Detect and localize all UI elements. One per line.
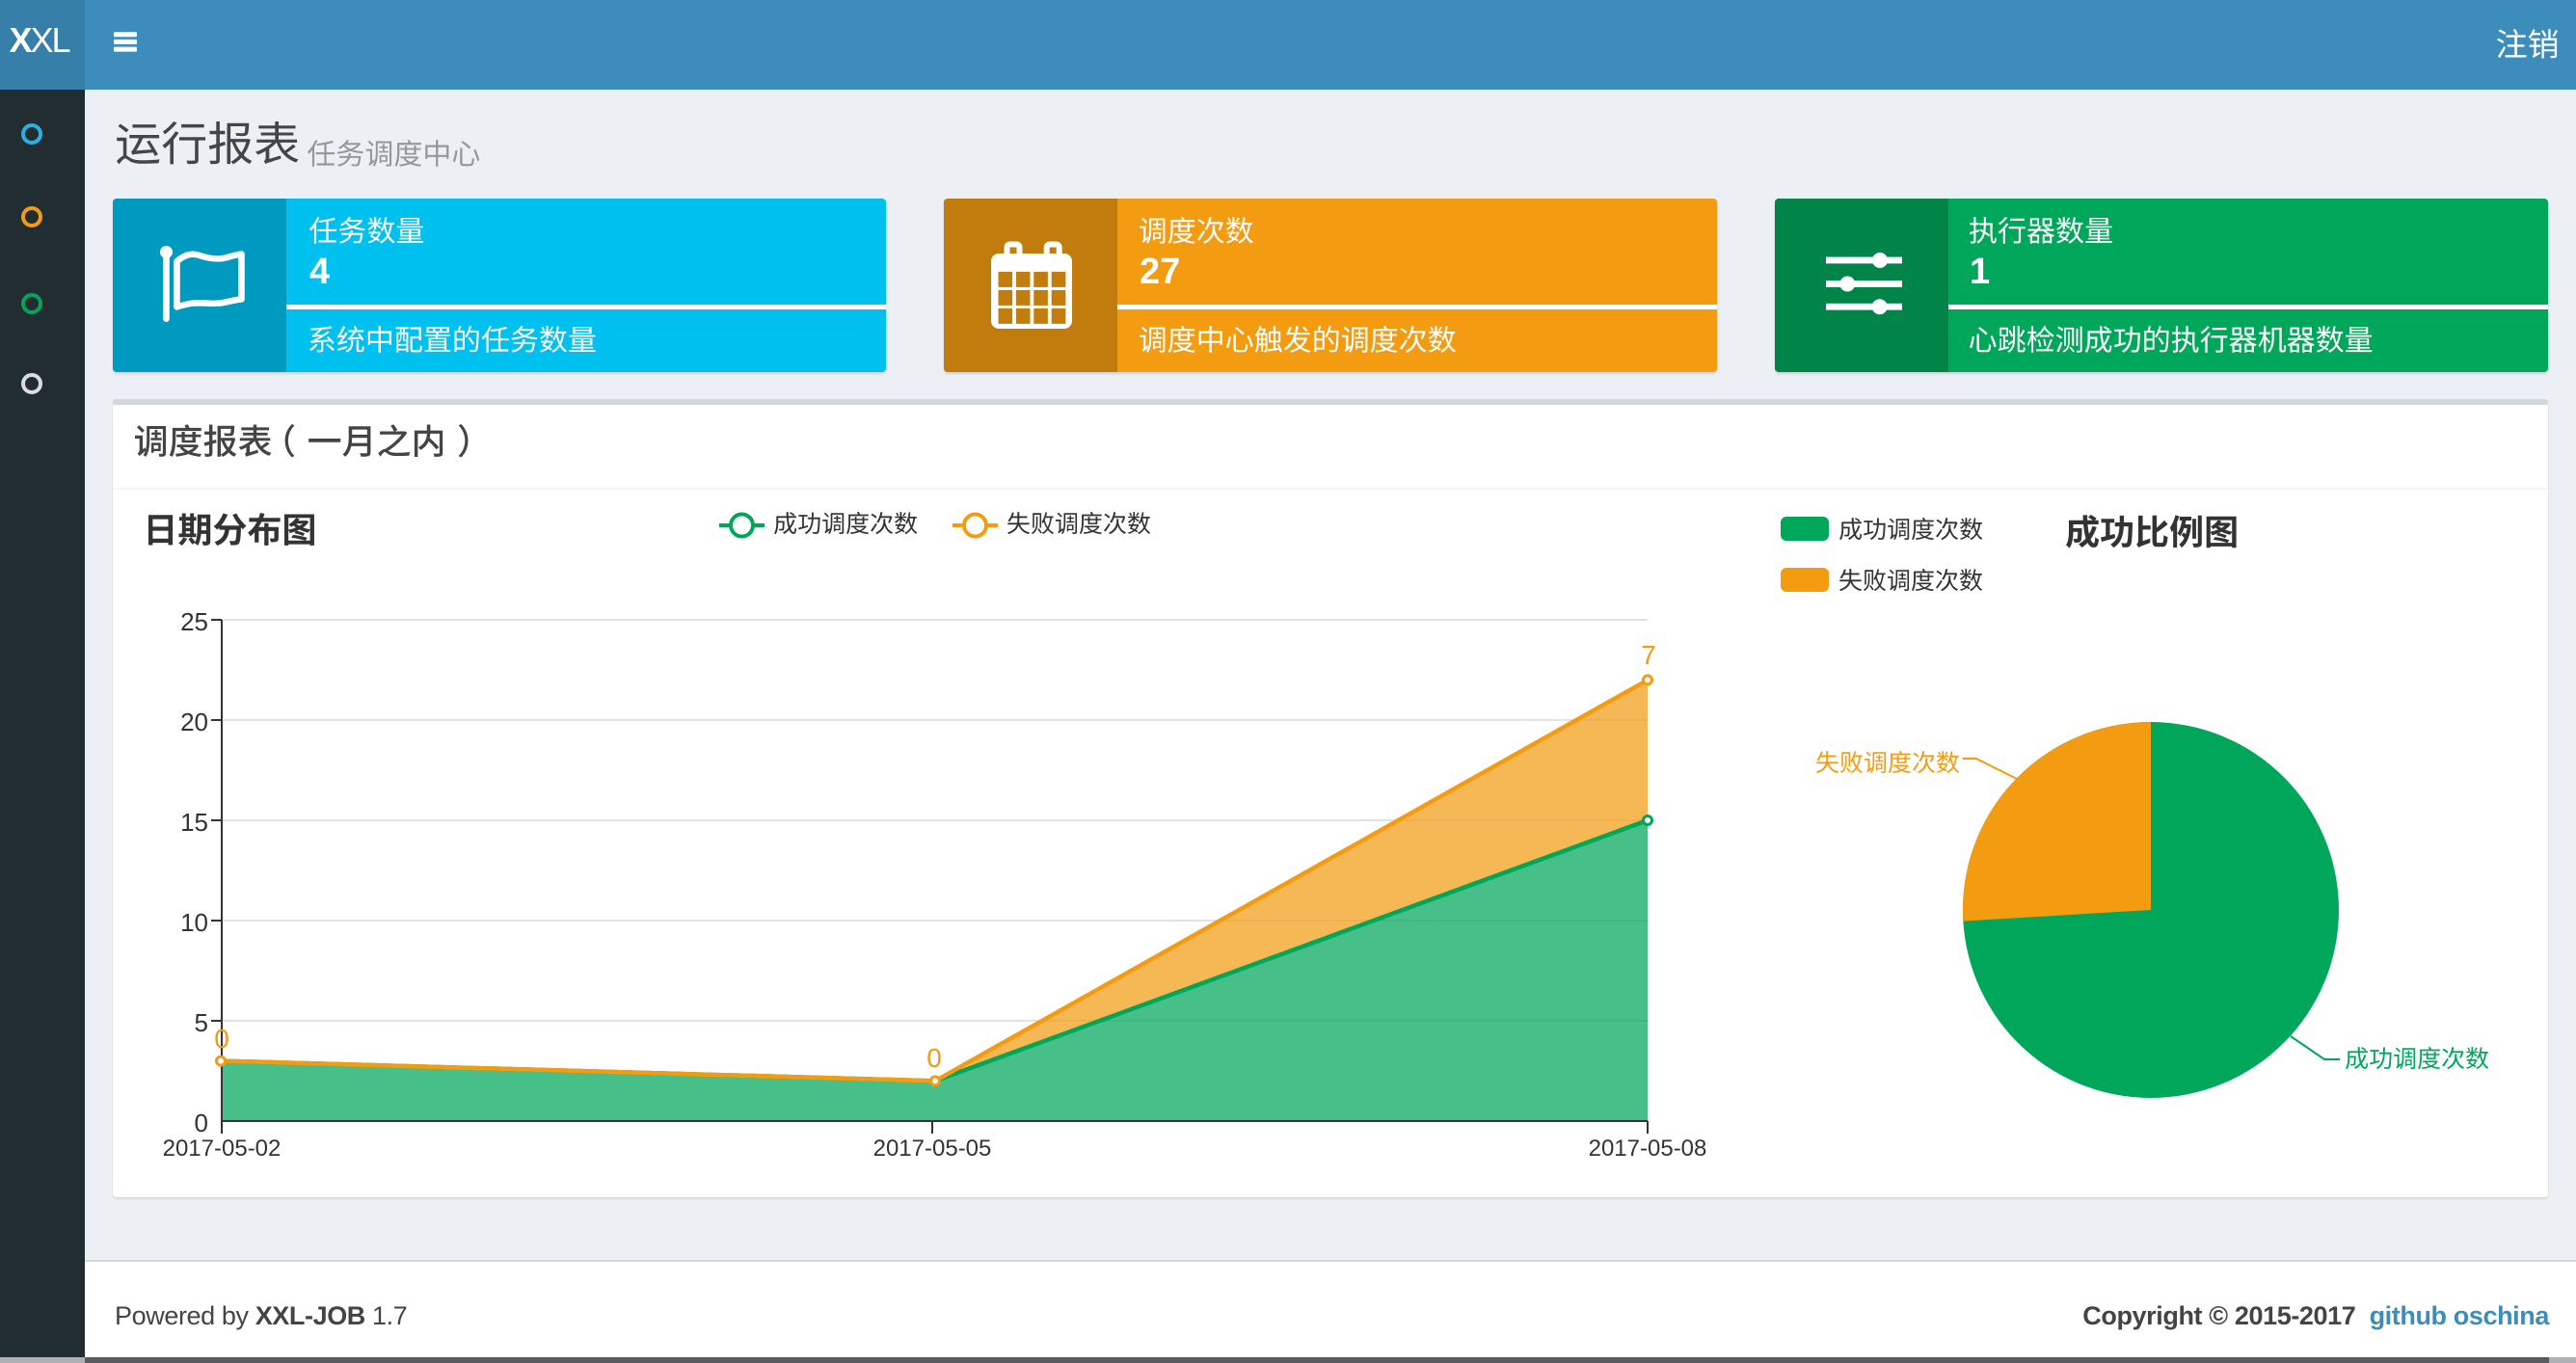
svg-text:10: 10 xyxy=(180,908,208,937)
svg-text:7: 7 xyxy=(1641,640,1656,670)
svg-text:15: 15 xyxy=(180,808,208,837)
svg-text:2017-05-05: 2017-05-05 xyxy=(873,1136,992,1162)
svg-text:20: 20 xyxy=(180,708,208,736)
svg-text:2017-05-02: 2017-05-02 xyxy=(163,1136,282,1162)
svg-text:2017-05-08: 2017-05-08 xyxy=(1589,1136,1707,1162)
svg-text:0: 0 xyxy=(195,1109,208,1137)
svg-text:25: 25 xyxy=(180,607,208,636)
svg-text:5: 5 xyxy=(195,1008,208,1037)
svg-text:0: 0 xyxy=(214,1024,229,1054)
svg-text:0: 0 xyxy=(926,1043,942,1073)
